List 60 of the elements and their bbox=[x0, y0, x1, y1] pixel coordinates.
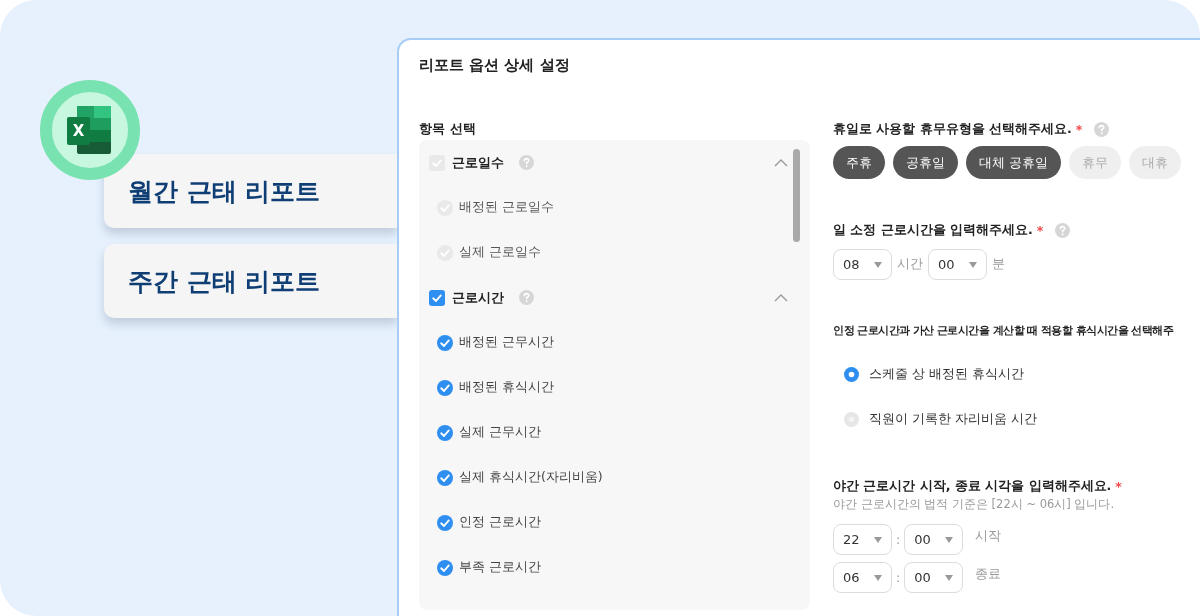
dropdown-arrow-icon bbox=[969, 261, 977, 268]
checkbox[interactable] bbox=[437, 469, 453, 486]
item-label: 배정된 근무시간 bbox=[459, 334, 554, 351]
report-card[interactable]: 주간 근태 리포트 bbox=[104, 244, 397, 318]
section-heading: 항목 선택 bbox=[419, 120, 477, 138]
dropdown[interactable]: 00 bbox=[904, 562, 964, 593]
checkbox[interactable] bbox=[437, 514, 453, 531]
group-label: 근로일수 bbox=[452, 153, 504, 172]
time-label: 종료 bbox=[975, 566, 1002, 583]
time-separator: : bbox=[896, 532, 901, 547]
required-mark: * bbox=[1075, 121, 1083, 137]
time-label: 시작 bbox=[975, 528, 1002, 545]
dropdown-arrow-icon bbox=[874, 261, 882, 268]
item-label: 배정된 휴식시간 bbox=[459, 379, 554, 396]
radio-button[interactable] bbox=[844, 412, 859, 427]
group-label: 근로시간 bbox=[452, 288, 504, 307]
dropdown[interactable]: 00 bbox=[928, 249, 987, 280]
required-mark: * bbox=[1115, 478, 1122, 494]
chip[interactable]: 대체 공휴일 bbox=[966, 146, 1062, 179]
checkbox[interactable] bbox=[437, 559, 453, 576]
dropdown-arrow-icon bbox=[945, 536, 954, 543]
dropdown[interactable]: 06 bbox=[833, 562, 892, 593]
checkbox[interactable] bbox=[437, 424, 453, 441]
radio-button[interactable] bbox=[844, 367, 859, 382]
item-label: 실제 근무시간 bbox=[459, 424, 541, 441]
required-mark: * bbox=[1036, 222, 1044, 238]
dropdown[interactable]: 00 bbox=[904, 524, 964, 555]
help-icon[interactable] bbox=[1094, 121, 1110, 137]
help-icon[interactable] bbox=[519, 290, 534, 305]
checkbox[interactable] bbox=[429, 289, 445, 306]
help-icon[interactable] bbox=[1055, 222, 1071, 238]
unit-label: 시간 bbox=[897, 256, 923, 273]
item-label: 부족 근로시간 bbox=[459, 559, 541, 576]
question-label: 일 소정 근로시간을 입력해주세요. bbox=[833, 221, 1033, 239]
panel-title: 리포트 옵션 상세 설정 bbox=[419, 56, 571, 76]
dropdown[interactable]: 08 bbox=[833, 249, 892, 280]
chip[interactable]: 공휴일 bbox=[893, 146, 958, 179]
checkbox[interactable] bbox=[437, 379, 453, 396]
question-label: 야간 근로시간 시작, 종료 시각을 입력해주세요. bbox=[833, 477, 1112, 495]
dropdown[interactable]: 22 bbox=[833, 524, 892, 555]
item-label: 실제 휴식시간(자리비움) bbox=[459, 469, 603, 486]
item-label: 인정 근로시간 bbox=[459, 514, 541, 531]
question-label: 휴일로 사용할 휴무유형을 선택해주세요. bbox=[833, 120, 1072, 138]
question-label: 인정 근로시간과 가산 근로시간을 계산할 때 적용할 휴식시간을 선택해주 bbox=[833, 324, 1174, 338]
dropdown-arrow-icon bbox=[874, 536, 882, 543]
dropdown-arrow-icon bbox=[945, 574, 954, 581]
checkbox[interactable] bbox=[437, 334, 453, 351]
item-label: 배정된 근로일수 bbox=[459, 199, 554, 216]
chevron-icon[interactable] bbox=[774, 293, 788, 302]
report-card[interactable]: 월간 근태 리포트 bbox=[104, 154, 397, 228]
time-separator: : bbox=[896, 570, 901, 585]
option-label: 직원이 기록한 자리비움 시간 bbox=[869, 411, 1037, 428]
hint-text: 야간 근로시간의 법적 기준은 [22시 ~ 06시] 입니다. bbox=[833, 497, 1116, 513]
help-icon[interactable] bbox=[519, 155, 534, 170]
unit-label: 분 bbox=[992, 256, 1005, 273]
scrollbar[interactable] bbox=[793, 149, 800, 242]
option-label: 스케줄 상 배정된 휴식시간 bbox=[869, 366, 1024, 383]
item-label: 실제 근로일수 bbox=[459, 244, 541, 261]
dropdown-arrow-icon bbox=[874, 574, 882, 581]
chip[interactable]: 주휴 bbox=[833, 146, 885, 179]
